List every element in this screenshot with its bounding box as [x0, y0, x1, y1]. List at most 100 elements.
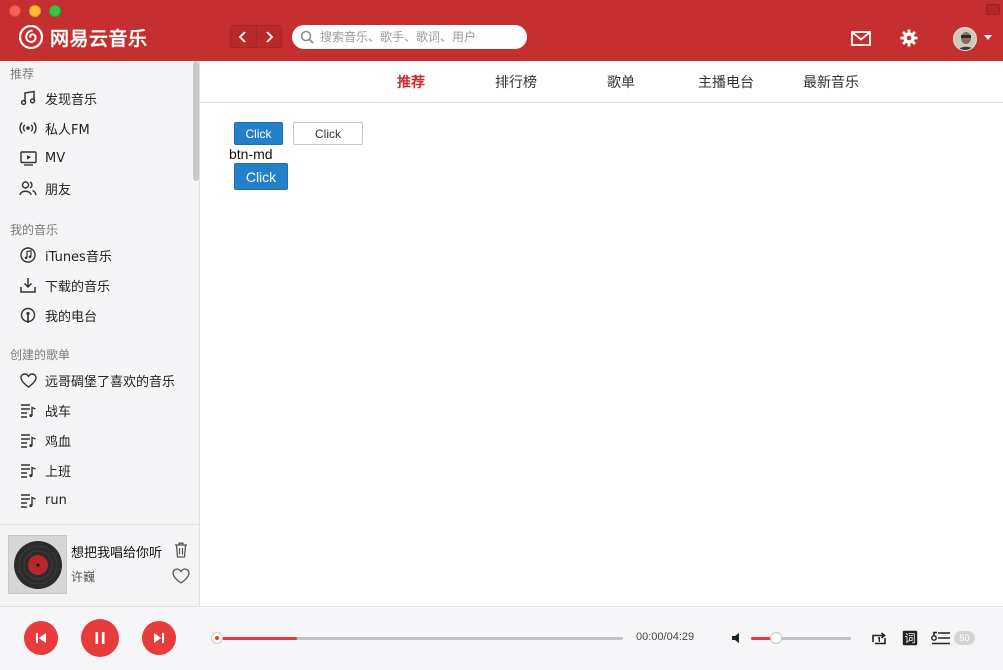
back-icon	[238, 30, 246, 43]
podcast-icon	[19, 306, 37, 324]
settings-button[interactable]	[899, 28, 919, 48]
sidebar-item-label: 下载的音乐	[45, 279, 111, 295]
search-icon	[300, 30, 314, 44]
playlist-icon	[19, 401, 37, 419]
sidebar-item-my-radio[interactable]: 我的电台	[0, 300, 192, 330]
friends-icon	[19, 179, 37, 197]
sidebar-item-liked-music[interactable]: 远哥碉堡了喜欢的音乐	[0, 365, 192, 395]
sidebar-item-discover-music[interactable]: 发现音乐	[0, 83, 192, 113]
window-maximize-button[interactable]	[49, 5, 61, 17]
click-button-primary-medium[interactable]: Click	[234, 163, 288, 190]
volume-button[interactable]	[727, 629, 747, 647]
sidebar-item-downloads[interactable]: 下载的音乐	[0, 270, 192, 300]
sidebar-item-playlist-zhanche[interactable]: 战车	[0, 395, 192, 425]
player-bar: 00:00/04:29 词 50	[0, 606, 1003, 670]
section-title-recommend: 推荐	[10, 67, 35, 81]
sidebar-item-playlist-shangban[interactable]: 上班	[0, 455, 192, 485]
progress-bar[interactable]	[215, 637, 623, 640]
lyrics-icon: 词	[902, 630, 918, 646]
tab-playlists[interactable]: 歌单	[607, 72, 635, 92]
netease-logo-icon	[19, 25, 43, 49]
repeat-mode-button[interactable]	[869, 629, 889, 647]
pause-icon	[95, 632, 105, 644]
messages-button[interactable]	[851, 28, 871, 48]
video-icon	[19, 149, 37, 167]
sidebar-item-playlist-run[interactable]: run	[0, 485, 192, 515]
mini-mode-button[interactable]	[986, 4, 1000, 15]
sidebar-item-label: 上班	[45, 464, 72, 480]
playlist-icon	[19, 461, 37, 479]
pause-button[interactable]	[81, 619, 119, 657]
now-playing-panel[interactable]: 想把我唱给你听 许巍	[0, 524, 199, 606]
sidebar-item-label: 朋友	[45, 182, 72, 198]
volume-knob[interactable]	[770, 632, 782, 644]
gear-icon	[900, 29, 918, 47]
playlist-button[interactable]	[931, 629, 951, 647]
next-icon	[154, 633, 164, 643]
playback-time: 00:00/04:29	[636, 631, 695, 643]
section-title-created-playlists: 创建的歌单	[10, 348, 71, 362]
brand-name: 网易云音乐	[50, 27, 148, 50]
window-close-button[interactable]	[9, 5, 21, 17]
search-box[interactable]	[292, 25, 527, 49]
back-button[interactable]	[231, 26, 256, 47]
now-playing-artist[interactable]: 许巍	[71, 568, 95, 585]
tab-radio[interactable]: 主播电台	[698, 72, 754, 92]
sidebar-item-friends[interactable]: 朋友	[0, 173, 192, 203]
click-button-primary-small[interactable]: Click	[234, 122, 283, 145]
sidebar-scrollbar[interactable]	[193, 61, 199, 181]
radio-waves-icon	[19, 119, 37, 137]
playlist-count-badge: 50	[954, 631, 975, 645]
lyrics-button[interactable]: 词	[900, 629, 920, 647]
repeat-one-icon	[872, 631, 886, 644]
avatar-image-icon	[954, 28, 976, 50]
tab-charts[interactable]: 排行榜	[495, 72, 537, 92]
progress-fill	[215, 637, 297, 640]
main-content: 推荐 排行榜 歌单 主播电台 最新音乐 Click Click btn-md C…	[200, 61, 1003, 606]
user-avatar[interactable]	[953, 27, 977, 51]
heart-icon	[19, 371, 37, 389]
now-playing-title[interactable]: 想把我唱给你听	[71, 542, 171, 561]
playlist-icon	[19, 431, 37, 449]
sidebar-item-label: run	[45, 492, 67, 508]
app-logo[interactable]: 网易云音乐	[19, 24, 148, 50]
next-track-button[interactable]	[142, 621, 176, 655]
sidebar-item-label: 私人FM	[45, 122, 90, 138]
sidebar-item-mv[interactable]: MV	[0, 143, 192, 173]
tab-new-music[interactable]: 最新音乐	[803, 72, 859, 92]
previous-icon	[36, 633, 46, 643]
queue-list-icon	[931, 631, 950, 645]
trash-icon[interactable]	[174, 542, 188, 558]
lyrics-label: 词	[905, 632, 916, 645]
content-tabs: 推荐 排行榜 歌单 主播电台 最新音乐	[200, 61, 1003, 103]
volume-slider[interactable]	[751, 637, 851, 640]
playlist-icon	[19, 491, 37, 509]
click-button-default-small[interactable]: Click	[293, 122, 363, 145]
forward-button[interactable]	[255, 26, 281, 47]
sidebar-item-label: 鸡血	[45, 434, 72, 450]
music-note-icon	[19, 89, 37, 107]
app-window: 网易云音乐 搜索音乐、歌手、歌词、用户 推荐 发现音乐 私人FM MV 朋友 我…	[0, 0, 1003, 670]
album-cover[interactable]	[8, 535, 67, 594]
tab-recommend[interactable]: 推荐	[397, 72, 425, 92]
sidebar-item-playlist-jixue[interactable]: 鸡血	[0, 425, 192, 455]
section-title-my-music: 我的音乐	[10, 223, 59, 237]
speaker-icon	[732, 633, 739, 643]
download-icon	[19, 276, 37, 294]
progress-knob[interactable]	[211, 632, 223, 644]
itunes-icon	[19, 246, 37, 264]
sidebar-item-label: iTunes音乐	[45, 249, 112, 265]
previous-track-button[interactable]	[24, 621, 58, 655]
sidebar-item-itunes[interactable]: iTunes音乐	[0, 240, 192, 270]
account-menu-caret-icon[interactable]	[984, 35, 992, 40]
sidebar-item-label: MV	[45, 150, 66, 166]
search-input[interactable]	[320, 30, 510, 44]
sidebar: 推荐 发现音乐 私人FM MV 朋友 我的音乐 iTunes音乐 下载的音乐 我…	[0, 61, 200, 606]
progress-knob-dot	[215, 636, 219, 640]
sidebar-item-personal-fm[interactable]: 私人FM	[0, 113, 192, 143]
sidebar-item-label: 我的电台	[45, 309, 98, 325]
window-minimize-button[interactable]	[29, 5, 41, 17]
like-heart-icon[interactable]	[172, 568, 190, 584]
vinyl-record-icon	[13, 540, 62, 589]
sidebar-item-label: 远哥碉堡了喜欢的音乐	[45, 374, 176, 390]
